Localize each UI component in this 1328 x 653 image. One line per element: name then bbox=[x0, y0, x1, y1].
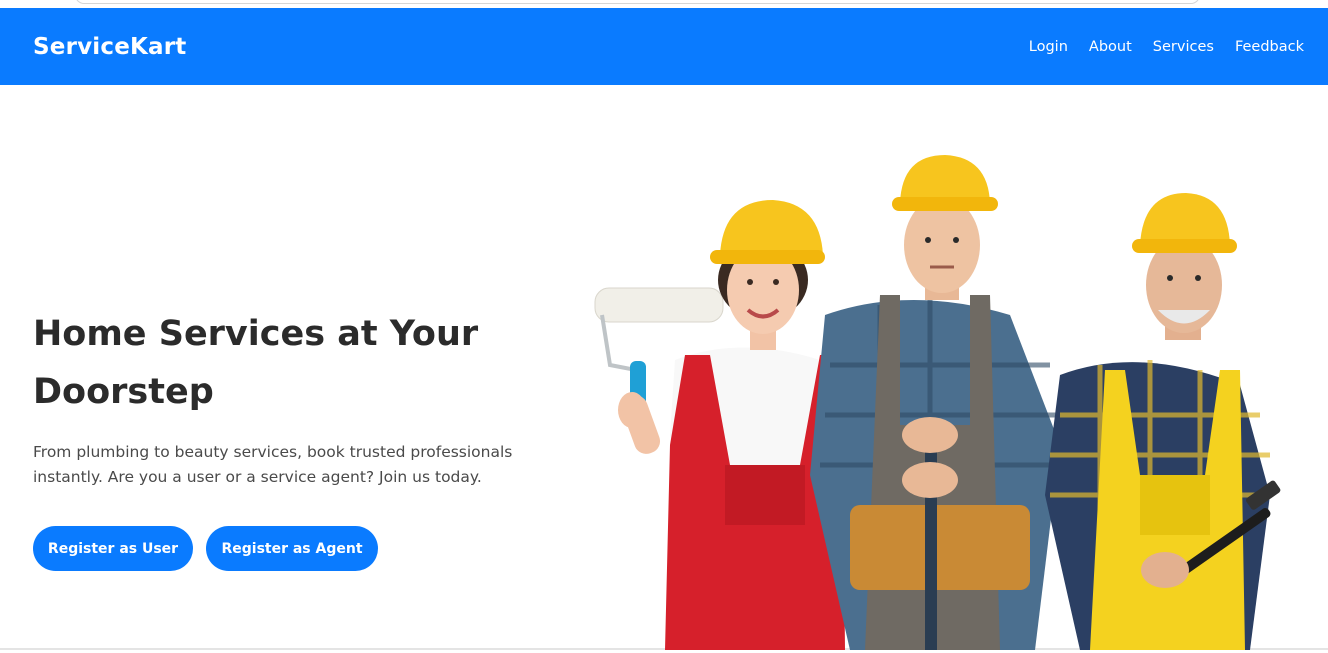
hero-section: Home Services at Your Doorstep From plum… bbox=[0, 85, 1328, 650]
nav-feedback-link[interactable]: Feedback bbox=[1235, 39, 1304, 55]
hero-title: Home Services at Your Doorstep bbox=[33, 314, 479, 412]
worker-man-right bbox=[1045, 193, 1281, 650]
hero-subtitle: From plumbing to beauty services, book t… bbox=[33, 443, 513, 486]
navbar: ServiceKart Login About Services Feedbac… bbox=[0, 8, 1328, 85]
worker-man-center bbox=[810, 155, 1060, 650]
nav-services-link[interactable]: Services bbox=[1153, 39, 1214, 55]
browser-top-strip bbox=[0, 0, 1328, 8]
nav-login-link[interactable]: Login bbox=[1029, 39, 1068, 55]
hard-hat-icon bbox=[892, 155, 998, 211]
address-bar-edge bbox=[75, 0, 1200, 4]
workers-illustration bbox=[594, 155, 1281, 650]
hard-hat-icon bbox=[710, 200, 825, 264]
register-user-button[interactable]: Register as User bbox=[33, 526, 193, 571]
brand-logo[interactable]: ServiceKart bbox=[33, 34, 187, 60]
hard-hat-icon bbox=[1132, 193, 1237, 253]
register-agent-button[interactable]: Register as Agent bbox=[206, 526, 378, 571]
nav-links: Login About Services Feedback bbox=[1029, 39, 1304, 55]
tool-belt-icon bbox=[850, 505, 1030, 590]
nav-about-link[interactable]: About bbox=[1089, 39, 1132, 55]
